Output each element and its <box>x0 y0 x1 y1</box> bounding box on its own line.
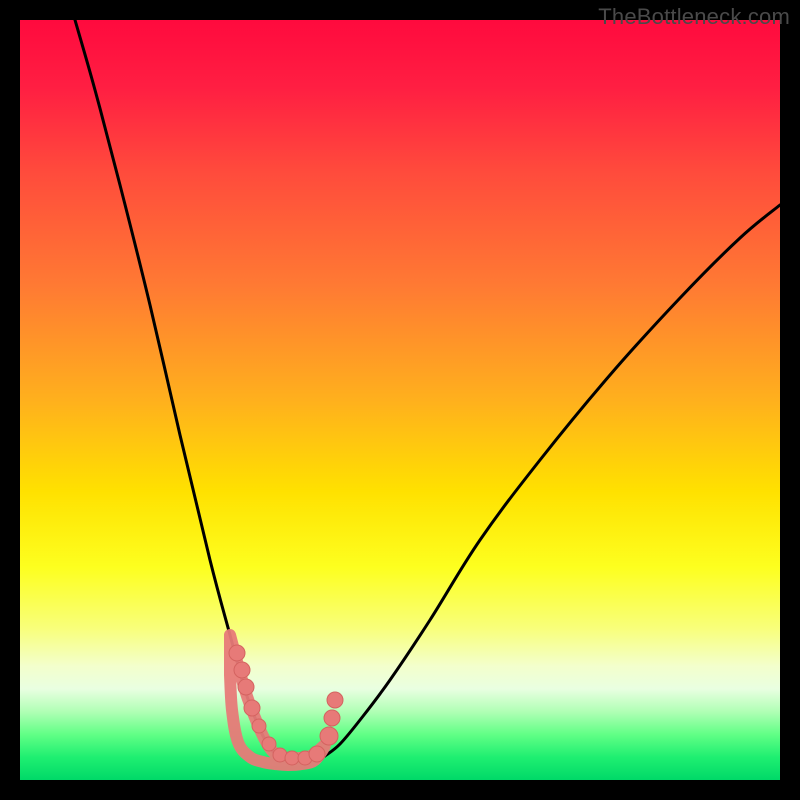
chart-svg <box>20 20 780 780</box>
marker-dot <box>244 700 260 716</box>
marker-dot <box>234 662 250 678</box>
marker-dot <box>324 710 340 726</box>
marker-dot <box>285 751 299 765</box>
marker-dot <box>262 737 276 751</box>
chart-frame <box>20 20 780 780</box>
marker-dot <box>252 719 266 733</box>
marker-dot <box>309 746 325 762</box>
marker-dot <box>327 692 343 708</box>
marker-dot <box>320 727 338 745</box>
marker-dot <box>238 679 254 695</box>
watermark-text: TheBottleneck.com <box>598 4 790 30</box>
marker-dot <box>229 645 245 661</box>
